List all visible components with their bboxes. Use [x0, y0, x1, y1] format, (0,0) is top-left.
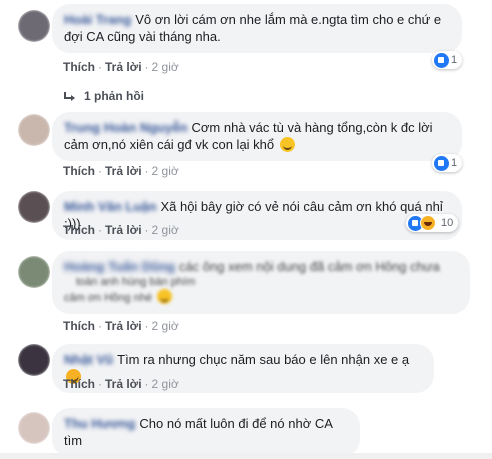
comment-author[interactable]: Nhật Vũ [64, 351, 113, 368]
comment-author[interactable]: Trung Hoàn Nguyễn [64, 119, 188, 136]
quoted-line: toàn anh hùng bàn phím [76, 276, 196, 288]
comment-time[interactable]: 2 giờ [152, 60, 179, 74]
comment-author[interactable]: Thu Hương [64, 415, 135, 432]
view-replies-link[interactable]: 1 phản hồi [64, 89, 144, 103]
like-icon [434, 155, 449, 171]
avatar[interactable] [18, 256, 50, 288]
comment-author[interactable]: Hoài Trang [64, 11, 131, 28]
comment-item: Hoài Trang Vô ơn lời cám ơn nhe lắm mà e.… [0, 0, 492, 103]
like-link[interactable]: Thích [63, 223, 95, 237]
comment-actions: Thích · Trả lời · 2 giờ [63, 319, 179, 333]
bottom-edge [0, 453, 492, 459]
quoted-line: cảm ơn Hồng nhé [64, 292, 152, 304]
comment-actions: Thích · Trả lời · 2 giờ [63, 223, 179, 237]
reply-link[interactable]: Trả lời [105, 377, 142, 391]
comment-item: Hoàng Tuấn Dũng các ông xem nội dung đã c… [0, 248, 492, 340]
comment-bubble: Hoàng Tuấn Dũng các ông xem nội dung đã c… [52, 251, 470, 314]
like-link[interactable]: Thích [63, 377, 95, 391]
comment-time[interactable]: 2 giờ [152, 223, 179, 237]
avatar[interactable] [18, 412, 50, 444]
comment-actions: Thích · Trả lời · 2 giờ [63, 60, 179, 74]
reply-link[interactable]: Trả lời [105, 319, 142, 333]
comment-author[interactable]: Minh Văn Luận [64, 198, 156, 215]
comment-author[interactable]: Hoàng Tuấn Dũng [64, 258, 175, 275]
avatar[interactable] [18, 344, 50, 376]
reply-link[interactable]: Trả lời [105, 164, 142, 178]
avatar[interactable] [18, 191, 50, 223]
avatar[interactable] [18, 10, 50, 42]
reaction-count[interactable]: 10 [406, 214, 459, 232]
like-icon [434, 52, 449, 68]
comment-time[interactable]: 2 giờ [152, 319, 179, 333]
comment-actions: Thích · Trả lời · 2 giờ [63, 164, 179, 178]
comment-item: Trung Hoàn Nguyễn Cơm nhà vác tù và hàng … [0, 108, 492, 188]
comment-item: Thu Hương Cho nó mất luôn đi để nó nhờ CA… [0, 400, 492, 459]
smile-emoji-icon [279, 137, 295, 152]
comment-item: Minh Văn Luận Xã hội bây giờ có vẻ nói câ… [0, 188, 492, 248]
comment-time[interactable]: 2 giờ [152, 164, 179, 178]
like-link[interactable]: Thích [63, 60, 95, 74]
haha-icon [420, 215, 436, 231]
comment-text: Tìm ra nhưng chục năm sau báo e lên nhận… [117, 352, 410, 367]
reply-arrow-icon [64, 92, 75, 101]
comment-time[interactable]: 2 giờ [152, 377, 179, 391]
reaction-count[interactable]: 1 [432, 154, 463, 172]
like-link[interactable]: Thích [63, 319, 95, 333]
reply-link[interactable]: Trả lời [105, 223, 142, 237]
smile-emoji-icon [157, 289, 172, 304]
reply-link[interactable]: Trả lời [105, 60, 142, 74]
comment-text: các ông xem nội dung đã cảm ơn Hông chưa [178, 259, 440, 274]
comment-actions: Thích · Trả lời · 2 giờ [63, 377, 179, 391]
reaction-count[interactable]: 1 [432, 51, 463, 69]
comment-bubble: Hoài Trang Vô ơn lời cám ơn nhe lắm mà e.… [52, 4, 462, 53]
comment-item: Nhật Vũ Tìm ra nhưng chục năm sau báo e l… [0, 340, 492, 400]
avatar[interactable] [18, 114, 50, 146]
like-link[interactable]: Thích [63, 164, 95, 178]
comment-bubble: Thu Hương Cho nó mất luôn đi để nó nhờ CA… [52, 408, 360, 457]
comment-bubble: Trung Hoàn Nguyễn Cơm nhà vác tù và hàng … [52, 112, 462, 161]
